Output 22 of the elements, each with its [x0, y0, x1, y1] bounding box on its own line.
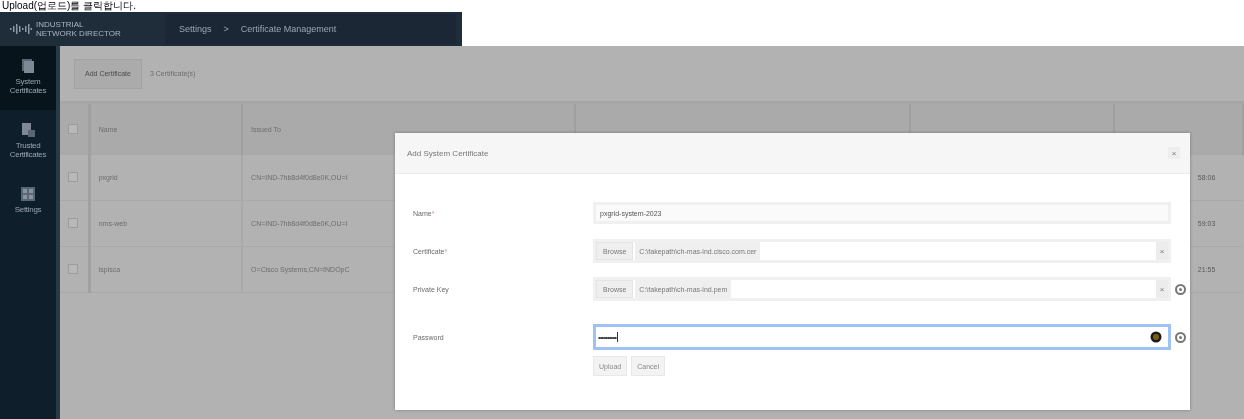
- checkbox[interactable]: [68, 218, 78, 228]
- caption-text: Upload(업로드)를 클릭합니다.: [1, 0, 137, 12]
- product-name: INDUSTRIAL: [36, 20, 85, 29]
- certificate-icon: [20, 58, 36, 74]
- sidebar-item[interactable]: Settings: [0, 174, 56, 238]
- clear-button[interactable]: ×: [1156, 242, 1168, 260]
- close-button[interactable]: ×: [1168, 147, 1180, 159]
- clear-button[interactable]: ×: [1156, 280, 1168, 298]
- breadcrumb-current: Certificate Management: [240, 24, 337, 34]
- sidebar-item[interactable]: Trusted Certificates: [0, 110, 56, 174]
- certificate-icon: [20, 122, 36, 138]
- grid-icon: [20, 186, 36, 202]
- password-field[interactable]: ••••••••••: [593, 324, 1171, 350]
- checkbox[interactable]: [68, 123, 78, 134]
- logo-icon: [10, 24, 32, 34]
- product-name: NETWORK DIRECTOR: [36, 29, 121, 38]
- sidebar-item[interactable]: System Certificates: [0, 46, 56, 110]
- dialog-title: Add System Certificate: [407, 148, 489, 158]
- checkbox[interactable]: [68, 172, 78, 182]
- breadcrumb-link[interactable]: Settings: [179, 24, 212, 34]
- checkbox[interactable]: [68, 264, 78, 274]
- breadcrumb-separator: >: [223, 24, 229, 34]
